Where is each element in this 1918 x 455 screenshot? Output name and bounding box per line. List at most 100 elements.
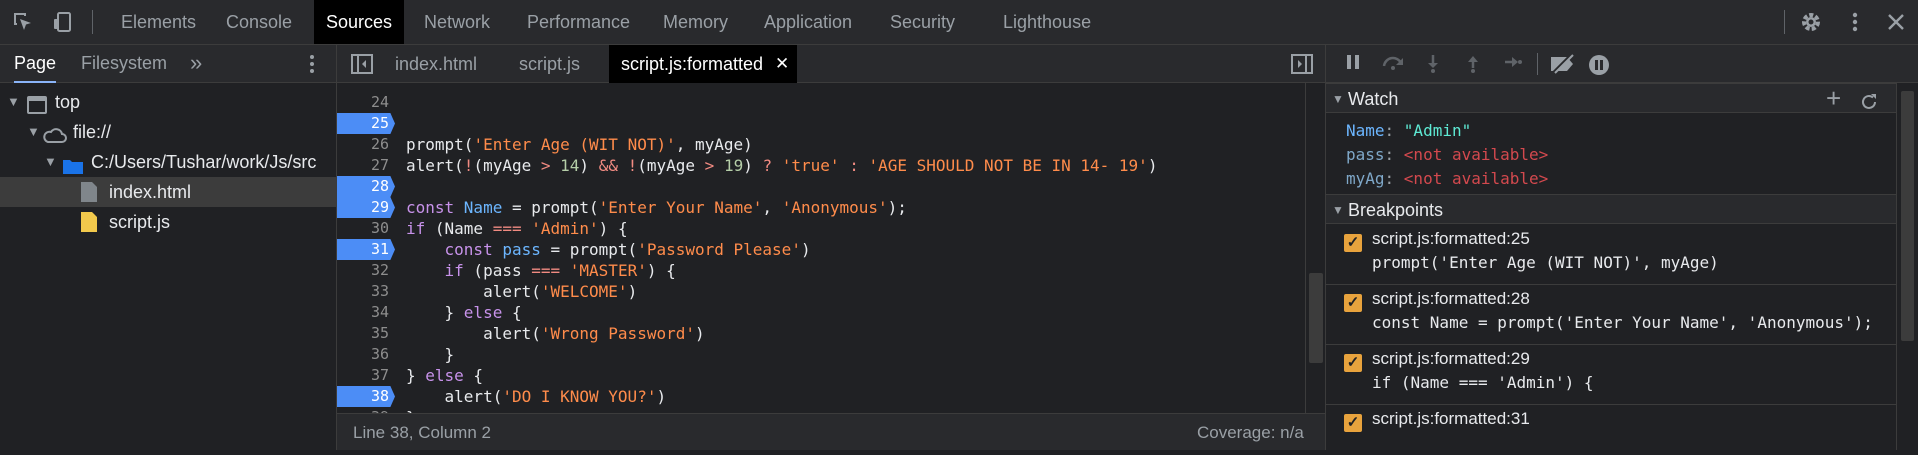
scrollbar-thumb[interactable] (1901, 91, 1914, 341)
code-line: 25 prompt('Enter Age (WIT NOT)', myAge) (337, 92, 1301, 154)
add-watch-icon[interactable]: + (1826, 84, 1841, 112)
step-out-icon[interactable] (1462, 54, 1484, 74)
tab-sources[interactable]: Sources (314, 0, 405, 44)
breakpoint-checkbox[interactable]: ✓ (1344, 354, 1362, 372)
breakpoint-checkbox[interactable]: ✓ (1344, 414, 1362, 432)
toolbar-divider (1537, 53, 1538, 75)
code-area[interactable]: 24 25 prompt('Enter Age (WIT NOT)', myAg… (337, 83, 1325, 455)
coverage-status[interactable]: Coverage: n/a (1197, 414, 1304, 451)
settings-gear-icon[interactable] (1799, 10, 1823, 34)
breakpoint-item[interactable]: ✓ script.js:formatted:25 prompt('Enter A… (1326, 225, 1896, 285)
code-line: 34 alert('Wrong Password') (337, 281, 1301, 343)
tab-performance[interactable]: Performance (527, 0, 630, 44)
toolbar-divider (92, 10, 93, 34)
watch-value: <not available> (1403, 169, 1549, 188)
step-into-icon[interactable] (1422, 54, 1444, 74)
inspect-element-icon[interactable] (12, 11, 34, 33)
watch-separator: : (1384, 121, 1404, 140)
toolbar-divider (1784, 10, 1785, 34)
deactivate-breakpoints-icon[interactable] (1548, 53, 1578, 75)
tab-filesystem[interactable]: Filesystem (81, 45, 167, 82)
debugger-controls (1326, 45, 1918, 83)
tree-item-index-html[interactable]: index.html (0, 177, 336, 207)
code-line: 26 alert(!(myAge > 14) && !(myAge > 19) … (337, 113, 1301, 175)
watch-separator: : (1384, 169, 1404, 188)
navigator-tabs: Page Filesystem » (0, 45, 336, 83)
device-toolbar-icon[interactable] (52, 11, 74, 33)
debugger-sidebar: ▼ Watch + Name: "Admin" pass: <not avail… (1325, 45, 1918, 450)
watch-name: myAg (1346, 169, 1385, 188)
code-line: 39 (337, 386, 1301, 426)
tree-item-folder[interactable]: ▼ C:/Users/Tushar/work/Js/src (0, 147, 336, 177)
tab-page[interactable]: Page (14, 45, 57, 83)
code-line: 30 const pass = prompt('Password Please'… (337, 197, 1301, 259)
watch-value: "Admin" (1403, 121, 1472, 140)
tree-item-top[interactable]: ▼ top (0, 87, 336, 117)
more-tabs-chevron[interactable]: » (190, 45, 202, 80)
frame-icon (27, 93, 47, 114)
expand-arrow-icon: ▼ (44, 154, 57, 169)
step-over-icon[interactable] (1381, 54, 1403, 74)
breakpoint-checkbox[interactable]: ✓ (1344, 294, 1362, 312)
devtools-toolbar: Elements Console Sources Network Perform… (0, 0, 1918, 45)
code-line: 33 } else { (337, 260, 1301, 322)
scrollbar-thumb[interactable] (1309, 273, 1323, 363)
section-title: Breakpoints (1348, 200, 1444, 220)
step-icon[interactable] (1502, 54, 1524, 74)
tree-item-script-js[interactable]: script.js (0, 207, 336, 237)
code-line: 32 alert('WELCOME') (337, 239, 1301, 301)
tree-label: top (55, 92, 81, 112)
code-line: 24 (337, 71, 1301, 111)
watch-separator: : (1384, 145, 1404, 164)
tab-security[interactable]: Security (890, 0, 955, 44)
sidebar-scrollbar[interactable] (1896, 83, 1918, 450)
code-line: 29 if (Name === 'Admin') { (337, 176, 1301, 238)
navigator-panel: Page Filesystem » ▼ top ▼ file:// ▼ C:/U… (0, 45, 337, 450)
collapse-arrow-icon: ▼ (1332, 203, 1344, 217)
tree-label: script.js (109, 212, 171, 232)
navigator-menu-icon[interactable] (308, 53, 316, 75)
document-icon (80, 181, 98, 203)
breakpoint-location: script.js:formatted:28 (1372, 289, 1530, 308)
breakpoint-checkbox[interactable]: ✓ (1344, 234, 1362, 252)
cloud-icon (42, 123, 68, 143)
folder-icon (62, 154, 84, 174)
breakpoint-code: prompt('Enter Age (WIT NOT)', myAge) (1372, 253, 1719, 272)
breakpoint-item[interactable]: ✓ script.js:formatted:31 (1326, 405, 1896, 450)
expand-arrow-icon: ▼ (27, 124, 40, 139)
watch-name: pass (1346, 145, 1385, 164)
refresh-watch-icon[interactable] (1860, 90, 1878, 109)
tree-label: file:// (73, 122, 112, 142)
breakpoint-location: script.js:formatted:29 (1372, 349, 1530, 368)
breakpoint-item[interactable]: ✓ script.js:formatted:28 const Name = pr… (1326, 285, 1896, 345)
script-file-icon (80, 211, 98, 233)
tab-application[interactable]: Application (764, 0, 852, 44)
editor-scrollbar[interactable] (1305, 83, 1325, 413)
close-devtools-icon[interactable] (1886, 12, 1906, 32)
breakpoint-code: if (Name === 'Admin') { (1372, 373, 1594, 392)
source-editor: index.html script.js script.js:formatted… (337, 45, 1325, 450)
breakpoint-item[interactable]: ✓ script.js:formatted:29 if (Name === 'A… (1326, 345, 1896, 405)
more-options-icon[interactable] (1846, 10, 1864, 34)
tab-lighthouse[interactable]: Lighthouse (1003, 0, 1091, 44)
breakpoint-location: script.js:formatted:25 (1372, 229, 1530, 248)
code-line: 38 } (337, 365, 1301, 427)
watch-section-header[interactable]: ▼ Watch + (1326, 83, 1896, 113)
code-line: 28 const Name = prompt('Enter Your Name'… (337, 155, 1301, 217)
tab-network[interactable]: Network (424, 0, 490, 44)
tab-memory[interactable]: Memory (663, 0, 728, 44)
tab-elements[interactable]: Elements (121, 0, 196, 44)
watch-item[interactable]: myAg: <not available> (1346, 165, 1548, 193)
tab-console[interactable]: Console (226, 0, 292, 44)
pause-icon[interactable] (1342, 54, 1364, 74)
code-line: 36 } else { (337, 323, 1301, 385)
pause-on-exceptions-icon[interactable] (1588, 54, 1610, 75)
breakpoint-location: script.js:formatted:31 (1372, 409, 1530, 428)
tree-label: index.html (109, 182, 192, 202)
watch-name: Name (1346, 121, 1385, 140)
cursor-position: Line 38, Column 2 (353, 423, 491, 442)
breakpoints-section-header[interactable]: ▼ Breakpoints (1326, 194, 1896, 224)
watch-value: <not available> (1403, 145, 1549, 164)
breakpoint-code: const Name = prompt('Enter Your Name', '… (1372, 313, 1873, 332)
tree-item-file[interactable]: ▼ file:// (0, 117, 336, 147)
